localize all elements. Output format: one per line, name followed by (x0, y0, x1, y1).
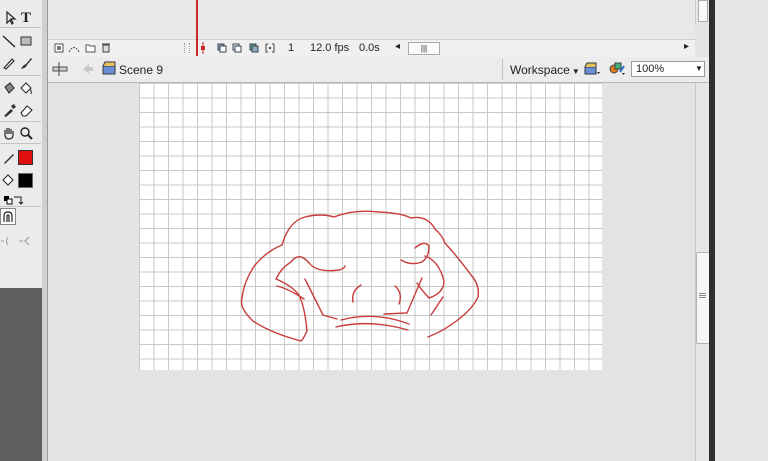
modify-onion-markers-icon[interactable] (265, 43, 275, 56)
sketch-stroke (308, 262, 346, 272)
brush-tool-icon[interactable] (18, 55, 34, 71)
sketch-stroke (275, 261, 308, 332)
sketch-strokes (240, 210, 480, 342)
scene-icon (102, 61, 116, 78)
stage-canvas[interactable] (139, 83, 602, 370)
pencil-tool-icon[interactable] (1, 55, 17, 71)
horizontal-scroll-thumb[interactable]: ||| (408, 42, 440, 55)
motion-guide-icon[interactable] (68, 43, 80, 56)
fill-color-swatch[interactable] (17, 172, 33, 188)
timeline-toggle-icon[interactable] (52, 61, 68, 80)
workspace-menu[interactable]: Workspace ▼ (510, 63, 580, 77)
timeline-vertical-scrollbar[interactable] (695, 0, 710, 24)
scroll-grip: ||| (420, 44, 428, 53)
delete-layer-icon[interactable] (101, 42, 111, 56)
panel-resize-grip[interactable] (184, 43, 190, 53)
paint-bucket-icon[interactable] (18, 80, 34, 96)
playhead[interactable] (196, 0, 198, 56)
workspace-label: Workspace (510, 63, 570, 77)
snap-magnet-icon[interactable] (0, 208, 16, 225)
zoom-value: 100% (636, 63, 665, 75)
zoom-tool-icon[interactable] (18, 125, 34, 141)
tool-separator (0, 75, 41, 76)
tool-separator (0, 143, 41, 144)
right-panel (715, 0, 768, 461)
sketch-stroke (394, 285, 402, 305)
onion-skin-outlines-icon[interactable] (232, 43, 242, 56)
tool-separator (0, 206, 41, 207)
smooth-icon[interactable] (0, 233, 16, 249)
stroke-color-pencil-icon (1, 149, 17, 165)
text-tool-glyph: T (20, 9, 31, 26)
zoom-select[interactable]: 100% ▼ (631, 61, 705, 77)
scrollbar-thumb[interactable] (696, 252, 710, 344)
scroll-right-button[interactable]: ▸ (684, 41, 689, 52)
edit-bar-separator (502, 59, 503, 80)
edit-multiple-frames-icon[interactable] (249, 43, 259, 56)
dropdown-icon: ▼ (695, 64, 703, 73)
eraser-icon[interactable] (18, 102, 34, 118)
straighten-icon[interactable] (18, 233, 34, 249)
sketch-stroke (427, 242, 480, 338)
sketch-stroke (430, 296, 444, 316)
new-layer-icon[interactable] (54, 43, 64, 56)
sketch-stroke (340, 315, 410, 325)
elapsed-time: 0.0s (359, 42, 380, 54)
tool-separator (0, 27, 41, 28)
sketch-stroke (281, 210, 446, 246)
sketch-stroke (335, 322, 409, 331)
tools-panel: T (0, 0, 43, 288)
stroke-color-icon[interactable] (17, 149, 33, 165)
edit-scene-icon[interactable] (584, 61, 600, 79)
sketch-stroke (304, 278, 338, 320)
fill-bucket-icon (0, 172, 16, 188)
sketch-drawing[interactable] (139, 83, 602, 370)
sketch-stroke (290, 256, 310, 264)
ink-bottle-icon[interactable] (1, 80, 17, 96)
tool-separator (0, 121, 41, 122)
sketch-stroke (351, 284, 362, 303)
sketch-stroke (276, 285, 305, 300)
scrollbar-thumb[interactable] (698, 0, 708, 22)
edit-symbols-icon[interactable] (608, 60, 626, 79)
edit-bar: Scene 9 Workspace ▼ (48, 57, 709, 83)
onion-skin-icon[interactable] (217, 43, 227, 56)
stroke-color-swatch[interactable] (17, 149, 33, 165)
timeline-status-bar: 1 12.0 fps 0.0s ◂ ||| ▸ (48, 39, 695, 58)
back-arrow-icon[interactable] (82, 63, 94, 78)
sketch-stroke (400, 242, 430, 265)
current-frame: 1 (288, 42, 295, 54)
new-folder-icon[interactable] (85, 43, 96, 56)
rectangle-tool-icon[interactable] (18, 33, 34, 49)
dropdown-icon: ▼ (571, 67, 580, 76)
timeline-frames-area[interactable] (48, 0, 695, 39)
subselect-icon[interactable] (2, 10, 18, 26)
text-tool-icon[interactable]: T (18, 10, 34, 26)
hand-tool-icon[interactable] (1, 125, 17, 141)
eyedropper-icon[interactable] (1, 102, 17, 118)
fill-color-icon[interactable] (17, 172, 33, 188)
scroll-left-button[interactable]: ◂ (395, 41, 400, 52)
frame-rate[interactable]: 12.0 fps (310, 42, 349, 54)
tools-panel-empty-area (0, 288, 42, 461)
scrollbar-grip (699, 293, 706, 294)
center-frame-icon[interactable] (200, 42, 206, 57)
sketch-stroke (383, 277, 423, 315)
line-tool-icon[interactable] (1, 33, 17, 49)
scene-name: Scene 9 (119, 63, 164, 77)
